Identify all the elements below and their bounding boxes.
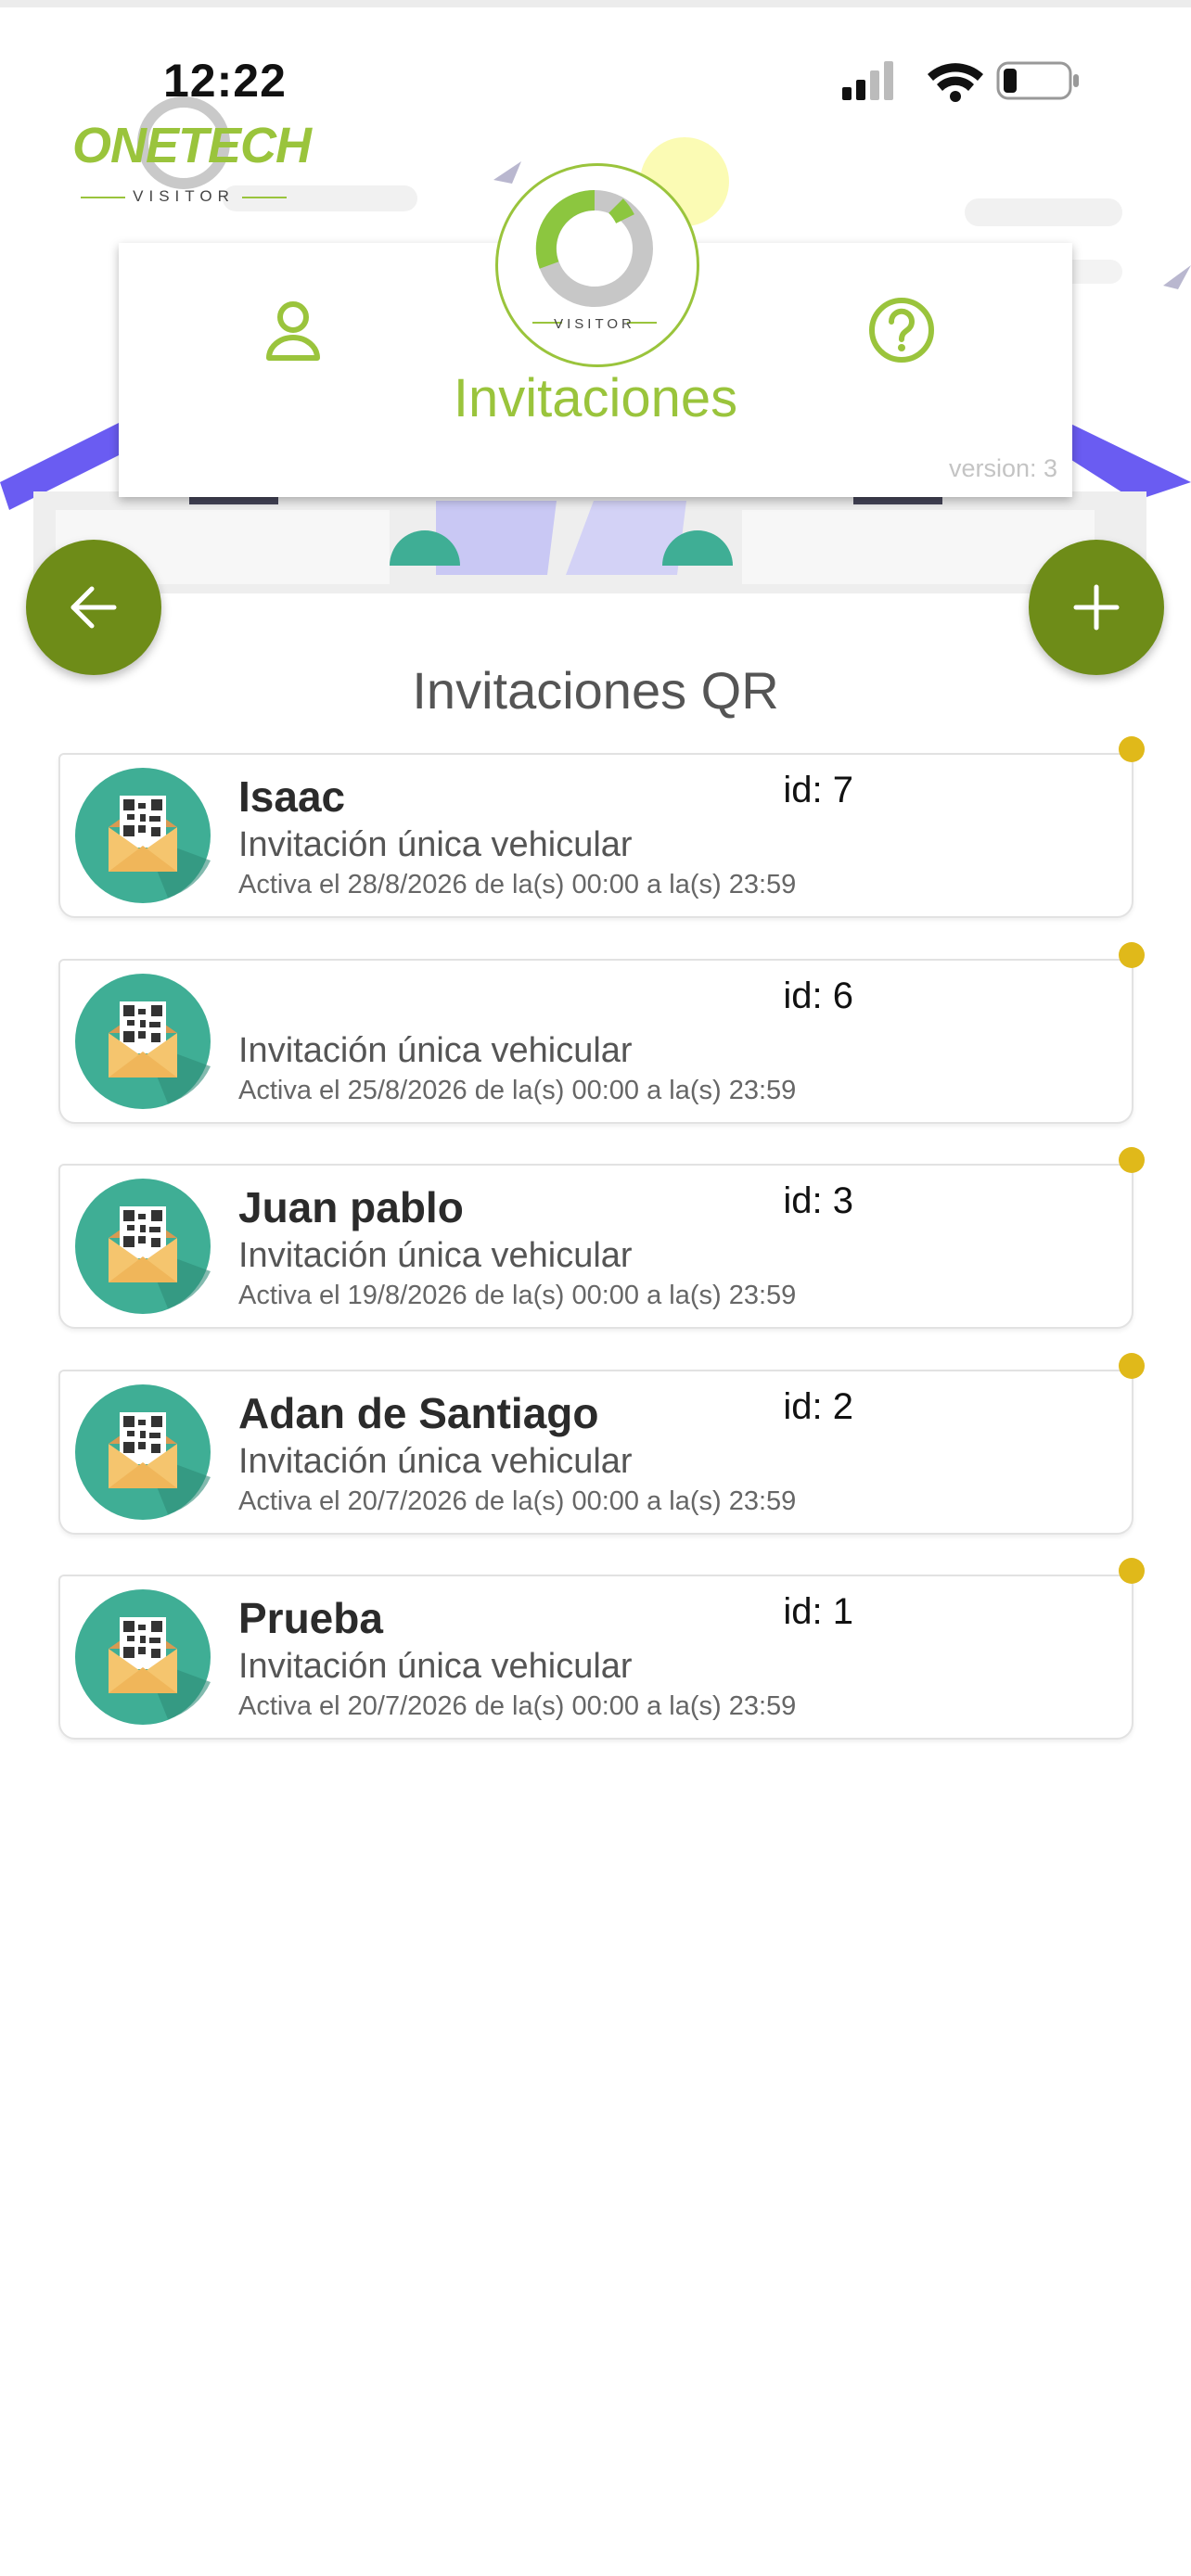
invitation-type: Invitación única vehicular bbox=[238, 825, 633, 864]
invitation-schedule: Activa el 28/8/2026 de la(s) 00:00 a la(… bbox=[238, 870, 797, 899]
invitation-schedule: Activa el 25/8/2026 de la(s) 00:00 a la(… bbox=[238, 1076, 797, 1105]
qr-envelope-icon bbox=[75, 1589, 211, 1725]
invitation-card[interactable]: Juan pablo id: 3 Invitación única vehicu… bbox=[58, 1147, 1145, 1329]
status-dot bbox=[1119, 736, 1145, 762]
help-icon[interactable] bbox=[864, 293, 939, 367]
page-title: Invitaciones bbox=[453, 368, 738, 428]
invitation-type: Invitación única vehicular bbox=[238, 1647, 633, 1686]
plus-icon bbox=[1073, 584, 1120, 631]
invitation-id: id: 2 bbox=[783, 1386, 853, 1427]
invitation-type: Invitación única vehicular bbox=[238, 1236, 633, 1275]
onetech-logo: ONETECH VISITOR bbox=[72, 93, 312, 213]
invitation-schedule: Activa el 20/7/2026 de la(s) 00:00 a la(… bbox=[238, 1691, 797, 1721]
invitation-type: Invitación única vehicular bbox=[238, 1031, 633, 1070]
emblem-label: VISITOR bbox=[554, 316, 635, 332]
invitation-name: Juan pablo bbox=[238, 1183, 464, 1231]
invitation-name: Prueba bbox=[238, 1594, 383, 1642]
top-edge bbox=[0, 0, 1191, 7]
invitation-card[interactable]: Prueba id: 1 Invitación única vehicular … bbox=[58, 1558, 1145, 1740]
invitation-card[interactable]: id: 6 Invitación única vehicular Activa … bbox=[58, 942, 1145, 1124]
qr-envelope-icon bbox=[75, 1384, 211, 1520]
cellular-signal-icon bbox=[842, 61, 893, 100]
invitation-type: Invitación única vehicular bbox=[238, 1442, 633, 1481]
qr-envelope-icon bbox=[75, 974, 211, 1109]
invitation-schedule: Activa el 20/7/2026 de la(s) 00:00 a la(… bbox=[238, 1486, 797, 1516]
status-dot bbox=[1119, 1353, 1145, 1379]
wifi-icon bbox=[928, 63, 983, 102]
invitation-id: id: 3 bbox=[783, 1180, 853, 1221]
status-icons bbox=[842, 61, 1079, 102]
invitation-id: id: 7 bbox=[783, 770, 853, 810]
arrow-left-icon bbox=[70, 586, 117, 629]
status-dot bbox=[1119, 942, 1145, 968]
qr-envelope-icon bbox=[75, 768, 211, 903]
version-label: version: 3 bbox=[948, 454, 1057, 482]
invitation-card[interactable]: Isaac id: 7 Invitación única vehicular A… bbox=[58, 736, 1145, 918]
invitation-id: id: 1 bbox=[783, 1591, 853, 1632]
qr-envelope-icon bbox=[75, 1179, 211, 1314]
invitation-schedule: Activa el 19/8/2026 de la(s) 00:00 a la(… bbox=[238, 1281, 797, 1310]
status-dot bbox=[1119, 1147, 1145, 1173]
status-dot bbox=[1119, 1558, 1145, 1584]
user-icon[interactable] bbox=[256, 293, 330, 367]
logo-subtitle: VISITOR bbox=[72, 187, 295, 206]
section-title: Invitaciones QR bbox=[412, 661, 779, 720]
invitation-name: Adan de Santiago bbox=[238, 1389, 599, 1437]
back-button[interactable] bbox=[26, 540, 161, 675]
invitation-card[interactable]: Adan de Santiago id: 2 Invitación única … bbox=[58, 1353, 1145, 1535]
logo-wordmark: ONETECH bbox=[72, 118, 312, 173]
battery-icon bbox=[996, 61, 1079, 100]
visitor-emblem: VISITOR bbox=[495, 163, 699, 367]
invitation-name: Isaac bbox=[238, 772, 346, 821]
add-invitation-button[interactable] bbox=[1029, 540, 1164, 675]
invitation-id: id: 6 bbox=[783, 976, 853, 1016]
